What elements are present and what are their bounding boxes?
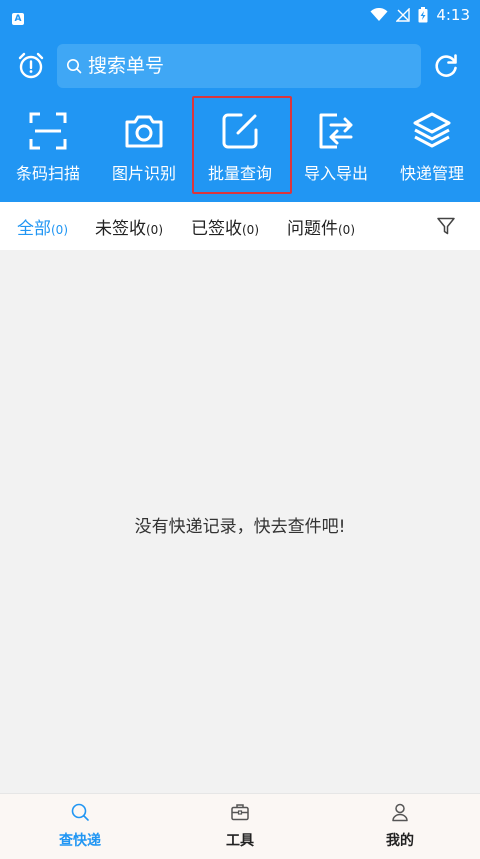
- status-bar: A 4:13: [0, 0, 480, 30]
- header: [0, 30, 480, 104]
- barcode-scan-icon: [29, 112, 67, 150]
- user-icon: [392, 803, 408, 822]
- tab-all[interactable]: 全部(0): [17, 214, 68, 239]
- tab-label: 未签收: [95, 219, 146, 239]
- refresh-icon[interactable]: [432, 52, 460, 80]
- layers-icon: [413, 112, 451, 148]
- tab-count: (0): [242, 223, 259, 237]
- tools-row: 条码扫描 图片识别 批量查询 导入导出 快递管理: [0, 96, 480, 202]
- no-signal-icon: [396, 8, 411, 22]
- tab-signed[interactable]: 已签收(0): [191, 214, 259, 239]
- tab-count: (0): [51, 223, 68, 237]
- nav-profile[interactable]: 我的: [320, 794, 480, 859]
- tab-unsigned[interactable]: 未签收(0): [95, 214, 163, 239]
- camera-icon: [125, 115, 163, 148]
- nav-label: 工具: [226, 833, 254, 849]
- filter-icon[interactable]: [436, 216, 456, 236]
- tab-count: (0): [338, 223, 355, 237]
- tool-label: 条码扫描: [15, 164, 80, 183]
- tab-problem[interactable]: 问题件(0): [287, 214, 355, 239]
- search-icon: [71, 803, 89, 821]
- list-area: 没有快递记录，快去查件吧!: [0, 250, 480, 793]
- alarm-clock-icon[interactable]: [17, 52, 45, 80]
- import-export-button[interactable]: 导入导出: [288, 104, 384, 202]
- tab-label: 问题件: [287, 219, 338, 239]
- tab-count: (0): [146, 223, 163, 237]
- wifi-icon: [370, 8, 388, 21]
- filter-tabs: 全部(0) 未签收(0) 已签收(0) 问题件(0): [0, 202, 480, 250]
- barcode-scan-button[interactable]: 条码扫描: [0, 104, 96, 202]
- nav-tools[interactable]: 工具: [160, 794, 320, 859]
- edit-icon: [222, 113, 258, 149]
- tab-label: 已签收: [191, 219, 242, 239]
- search-box[interactable]: [57, 44, 421, 88]
- battery-charging-icon: [418, 7, 428, 23]
- nav-label: 我的: [386, 833, 414, 849]
- nav-label: 查快递: [59, 833, 101, 849]
- tab-label: 全部: [17, 219, 51, 239]
- import-export-icon: [319, 113, 353, 149]
- nav-track[interactable]: 查快递: [0, 794, 160, 859]
- search-input[interactable]: [88, 55, 388, 77]
- tool-label: 导入导出: [303, 164, 368, 183]
- toolbox-icon: [231, 804, 249, 821]
- app-notification-icon: A: [12, 12, 24, 25]
- tool-label: 快递管理: [399, 164, 464, 183]
- tool-label: 批量查询: [207, 164, 272, 183]
- bottom-nav: 查快递 工具 我的: [0, 793, 480, 859]
- image-recognition-button[interactable]: 图片识别: [96, 104, 192, 202]
- empty-message: 没有快递记录，快去查件吧!: [134, 517, 346, 537]
- search-icon: [67, 59, 82, 74]
- tool-label: 图片识别: [111, 164, 176, 183]
- courier-management-button[interactable]: 快递管理: [384, 104, 480, 202]
- batch-query-button[interactable]: 批量查询: [192, 96, 292, 202]
- clock-time: 4:13: [436, 6, 470, 24]
